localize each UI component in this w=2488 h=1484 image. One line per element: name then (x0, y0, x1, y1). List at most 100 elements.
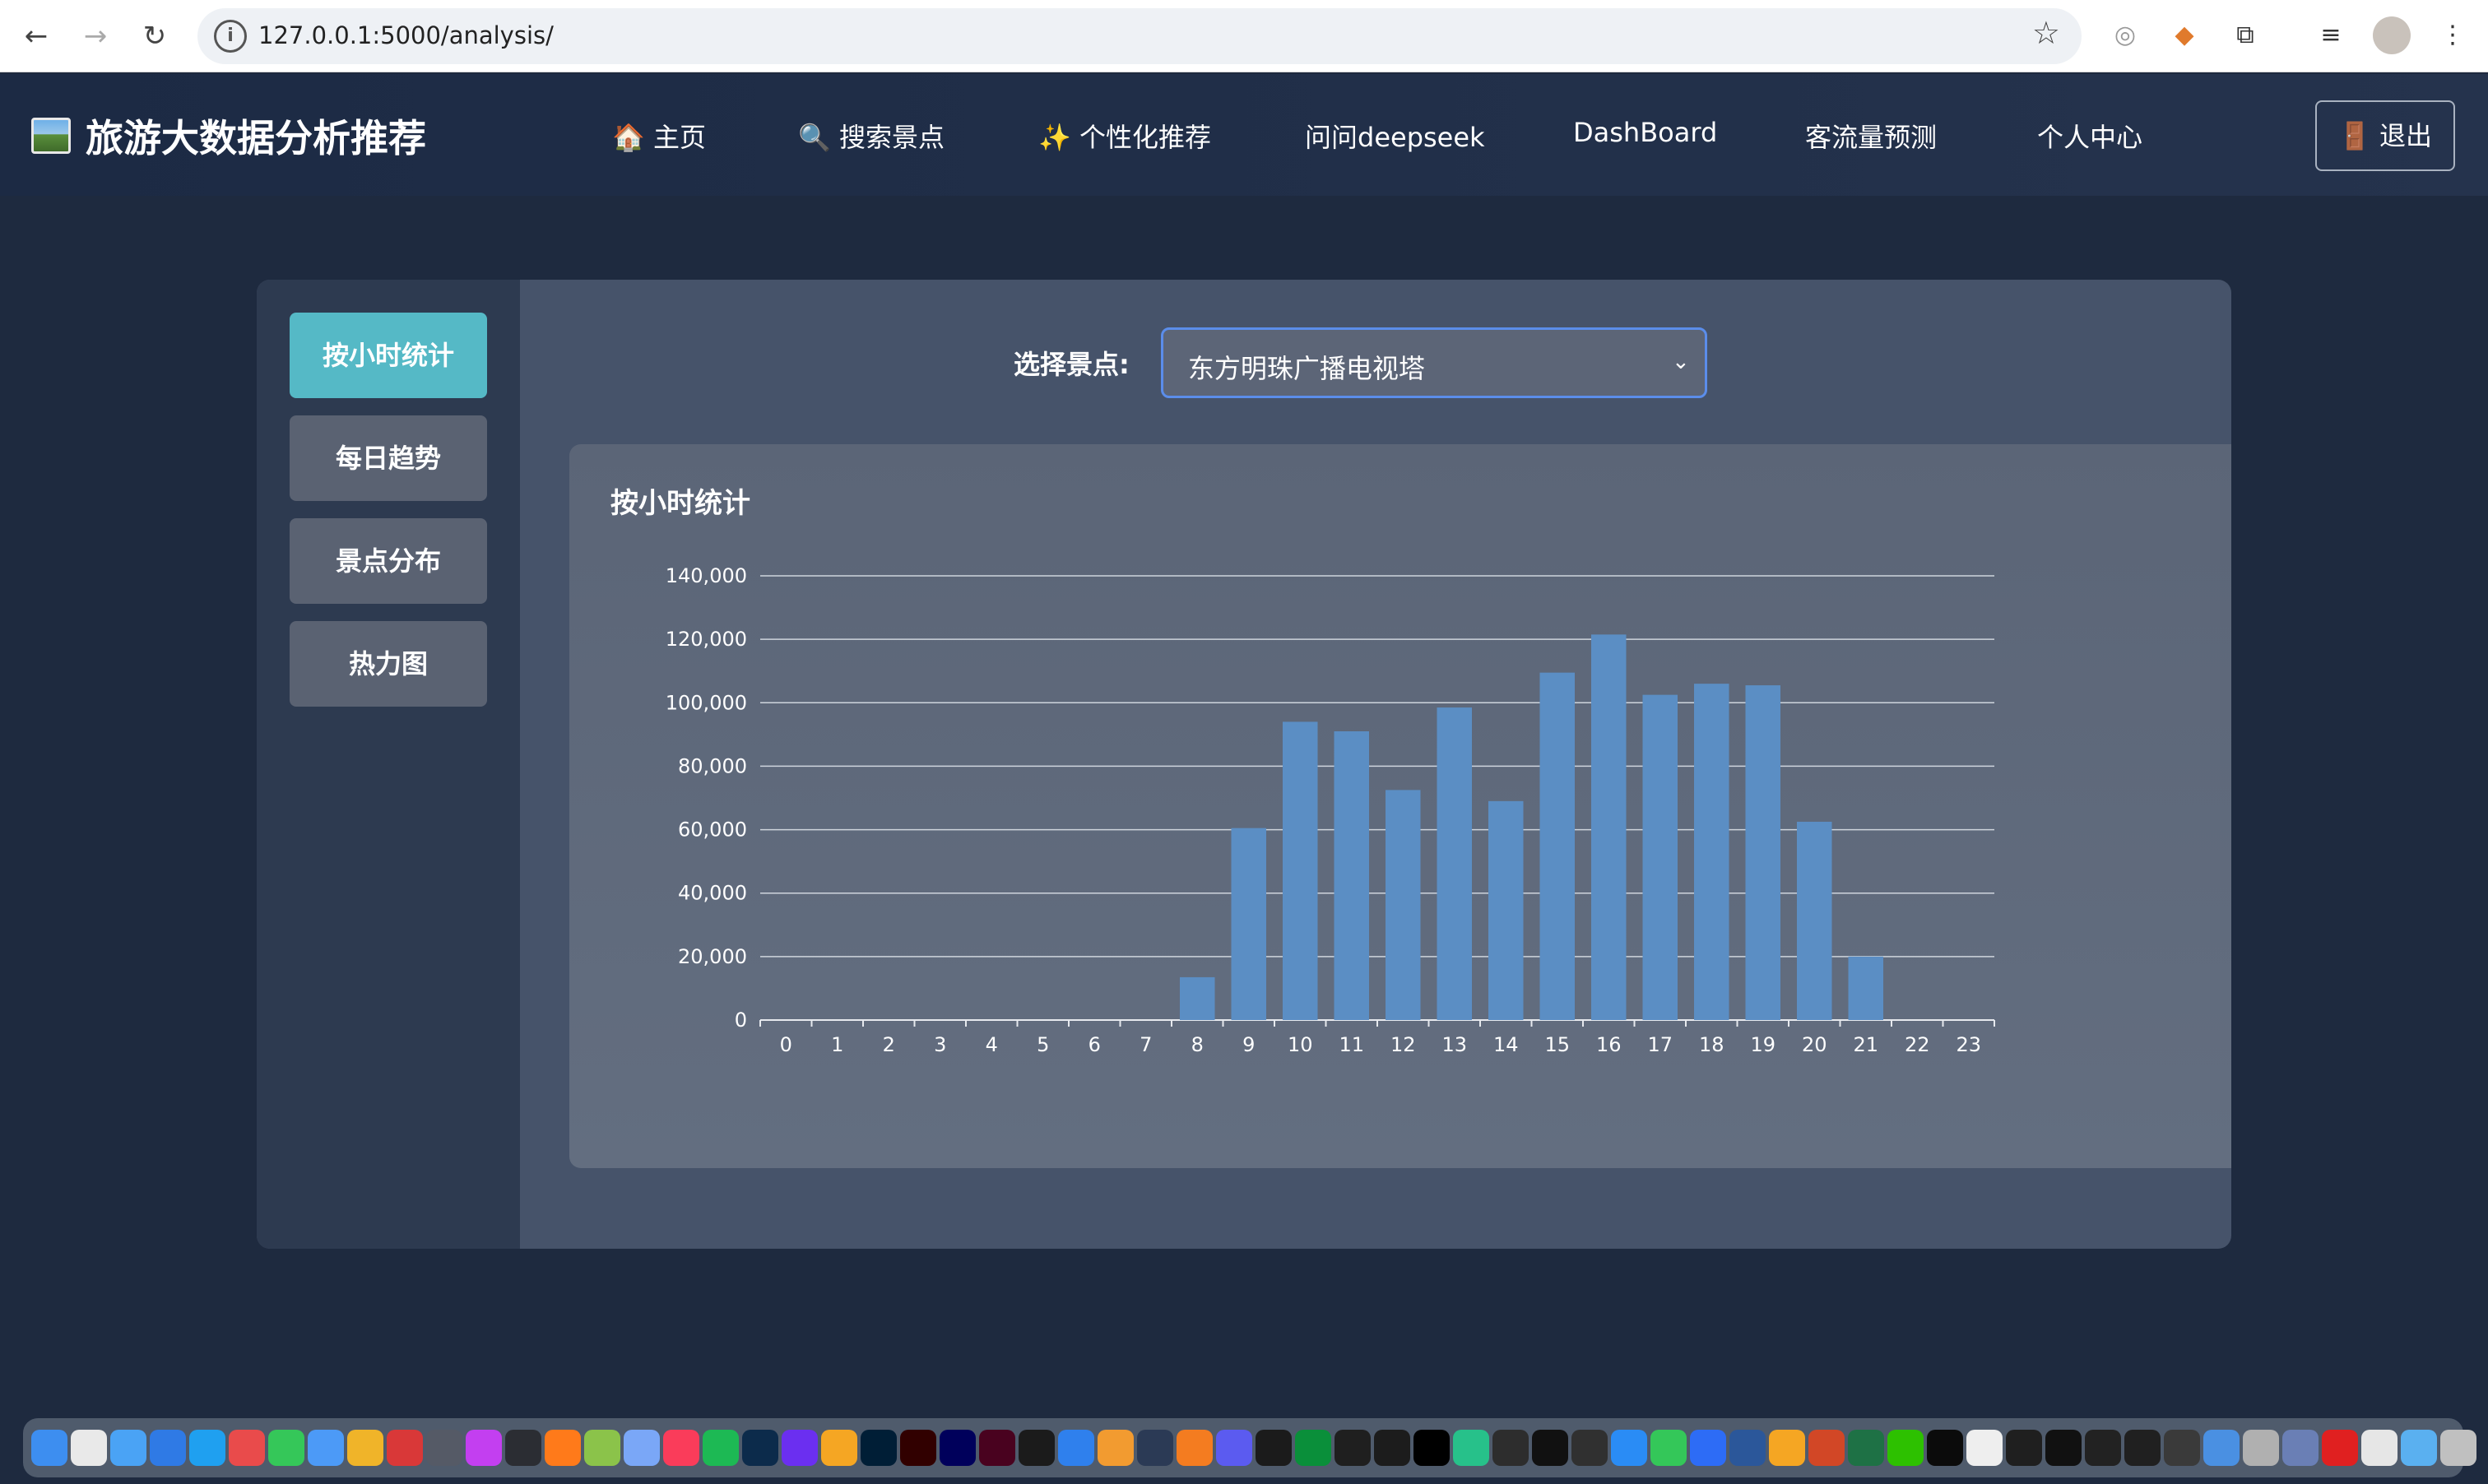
dock-app-icon[interactable] (466, 1430, 502, 1466)
dock-app-icon[interactable] (1887, 1430, 1924, 1466)
bar-hour-15[interactable] (1539, 672, 1576, 1020)
sidebar-item-hourly[interactable]: 按小时统计 (290, 313, 487, 398)
dock-app-icon[interactable] (268, 1430, 304, 1466)
bookmark-star-icon[interactable]: ☆ (2032, 15, 2060, 51)
dock-app-icon[interactable] (900, 1430, 936, 1466)
dock-app-icon[interactable] (2243, 1430, 2279, 1466)
dock-app-icon[interactable] (2045, 1430, 2082, 1466)
dock-app-icon[interactable] (2322, 1430, 2358, 1466)
sidebar-item-spot-distribution[interactable]: 景点分布 (290, 518, 487, 604)
nav-recommend[interactable]: ✨ 个性化推荐 (1038, 117, 1211, 155)
extensions-puzzle-icon[interactable]: ⧉ (2226, 16, 2264, 54)
bar-hour-20[interactable] (1797, 821, 1832, 1020)
dock-app-icon[interactable] (150, 1430, 186, 1466)
back-arrow-icon[interactable]: ← (16, 16, 56, 56)
dock-app-icon[interactable] (584, 1430, 620, 1466)
bar-hour-18[interactable] (1694, 684, 1729, 1020)
profile-avatar[interactable] (2373, 16, 2411, 54)
logout-button[interactable]: 🚪 退出 (2315, 100, 2455, 171)
dock-app-icon[interactable] (979, 1430, 1015, 1466)
bar-hour-12[interactable] (1386, 790, 1421, 1020)
dock-app-icon[interactable] (1137, 1430, 1173, 1466)
dock-app-icon[interactable] (1532, 1430, 1568, 1466)
dock-app-icon[interactable] (1295, 1430, 1331, 1466)
dock-app-icon[interactable] (2006, 1430, 2042, 1466)
address-bar[interactable]: i 127.0.0.1:5000/analysis/ ☆ (197, 8, 2082, 64)
dock-app-icon[interactable] (2124, 1430, 2161, 1466)
dock-app-icon[interactable] (703, 1430, 739, 1466)
dock-app-icon[interactable] (1216, 1430, 1252, 1466)
dock-app-icon[interactable] (2401, 1430, 2437, 1466)
dock-app-icon[interactable] (861, 1430, 897, 1466)
bar-hour-10[interactable] (1283, 721, 1318, 1020)
bar-hour-11[interactable] (1334, 731, 1370, 1020)
dock-app-icon[interactable] (2203, 1430, 2240, 1466)
nav-home[interactable]: 🏠 主页 (612, 117, 706, 155)
dock-app-icon[interactable] (1611, 1430, 1647, 1466)
bar-hour-21[interactable] (1848, 956, 1884, 1020)
dock-app-icon[interactable] (387, 1430, 423, 1466)
site-info-icon[interactable]: i (214, 20, 247, 53)
dock-app-icon[interactable] (2361, 1430, 2397, 1466)
dock-app-icon[interactable] (31, 1430, 67, 1466)
browser-menu-icon[interactable]: ⋮ (2434, 16, 2472, 54)
dock-app-icon[interactable] (742, 1430, 778, 1466)
dock-app-icon[interactable] (2282, 1430, 2319, 1466)
dock-app-icon[interactable] (229, 1430, 265, 1466)
dock-app-icon[interactable] (1058, 1430, 1094, 1466)
nav-search-spots[interactable]: 🔍 搜索景点 (798, 117, 945, 155)
dock-app-icon[interactable] (663, 1430, 699, 1466)
dock-app-icon[interactable] (940, 1430, 976, 1466)
forward-arrow-icon[interactable]: → (76, 16, 115, 56)
dock-app-icon[interactable] (1927, 1430, 1963, 1466)
dock-app-icon[interactable] (2085, 1430, 2121, 1466)
dock-app-icon[interactable] (110, 1430, 146, 1466)
bar-hour-13[interactable] (1437, 707, 1473, 1020)
dock-app-icon[interactable] (624, 1430, 660, 1466)
dock-app-icon[interactable] (1966, 1430, 2003, 1466)
bar-hour-17[interactable] (1642, 694, 1678, 1020)
nav-ask-deepseek[interactable]: 问问deepseek (1305, 117, 1485, 155)
dock-app-icon[interactable] (505, 1430, 541, 1466)
dock-app-icon[interactable] (1690, 1430, 1726, 1466)
dock-app-icon[interactable] (1256, 1430, 1292, 1466)
nav-flow-forecast[interactable]: 客流量预测 (1805, 117, 1937, 155)
dock-app-icon[interactable] (1177, 1430, 1213, 1466)
dock-app-icon[interactable] (1808, 1430, 1845, 1466)
dock-app-icon[interactable] (1571, 1430, 1608, 1466)
bar-hour-14[interactable] (1488, 800, 1524, 1020)
dock-app-icon[interactable] (426, 1430, 462, 1466)
dock-app-icon[interactable] (1848, 1430, 1884, 1466)
dock-app-icon[interactable] (782, 1430, 818, 1466)
dock-app-icon[interactable] (2164, 1430, 2200, 1466)
dock-app-icon[interactable] (1650, 1430, 1687, 1466)
dock-app-icon[interactable] (347, 1430, 383, 1466)
nav-profile[interactable]: 个人中心 (2037, 117, 2142, 155)
sidebar-item-daily-trend[interactable]: 每日趋势 (290, 415, 487, 501)
dock-app-icon[interactable] (1769, 1430, 1805, 1466)
bar-hour-16[interactable] (1591, 634, 1627, 1020)
brand[interactable]: 旅游大数据分析推荐 (31, 107, 426, 165)
bar-hour-8[interactable] (1180, 976, 1215, 1020)
dock-app-icon[interactable] (308, 1430, 344, 1466)
dock-app-icon[interactable] (1492, 1430, 1529, 1466)
dock-app-icon[interactable] (1453, 1430, 1489, 1466)
dock-app-icon[interactable] (189, 1430, 225, 1466)
dock-app-icon[interactable] (1374, 1430, 1410, 1466)
dock-app-icon[interactable] (1729, 1430, 1766, 1466)
dock-app-icon[interactable] (1335, 1430, 1371, 1466)
dock-app-icon[interactable] (545, 1430, 581, 1466)
bar-hour-9[interactable] (1231, 828, 1267, 1020)
dock-app-icon[interactable] (1019, 1430, 1055, 1466)
dock-app-icon[interactable] (71, 1430, 107, 1466)
extension-bird-icon[interactable]: ◎ (2106, 16, 2144, 54)
sidebar-item-heatmap[interactable]: 热力图 (290, 621, 487, 707)
bar-hour-19[interactable] (1745, 685, 1781, 1020)
media-control-icon[interactable]: ≡ (2312, 16, 2350, 54)
dock-app-icon[interactable] (821, 1430, 857, 1466)
dock-app-icon[interactable] (1098, 1430, 1134, 1466)
reload-icon[interactable]: ↻ (135, 16, 174, 56)
nav-dashboard[interactable]: DashBoard (1573, 117, 1717, 148)
spot-select[interactable]: 东方明珠广播电视塔 ⌄ (1160, 327, 1707, 398)
dock-app-icon[interactable] (1413, 1430, 1450, 1466)
